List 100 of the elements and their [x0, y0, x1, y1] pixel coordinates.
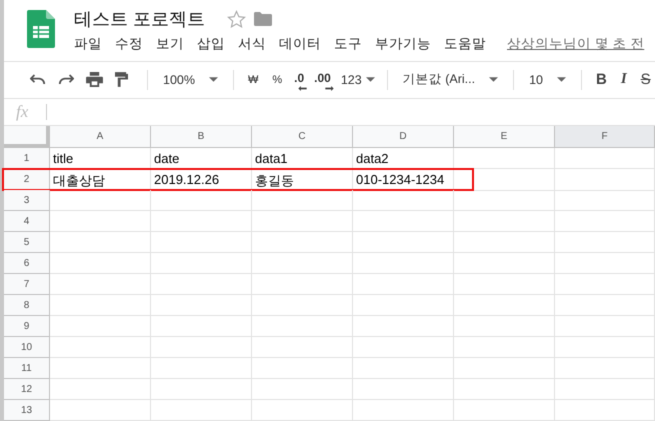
strikethrough-button[interactable]: S	[634, 68, 655, 92]
table-cell[interactable]	[454, 358, 555, 380]
table-cell[interactable]	[555, 316, 655, 338]
table-cell[interactable]	[454, 274, 555, 296]
table-cell[interactable]	[555, 190, 655, 212]
column-header[interactable]: D	[353, 126, 454, 148]
menu-item[interactable]: 도구	[334, 35, 362, 53]
table-cell[interactable]	[151, 379, 252, 400]
table-cell[interactable]	[353, 190, 454, 212]
table-cell[interactable]	[50, 211, 151, 232]
table-cell[interactable]	[252, 274, 353, 296]
row-header[interactable]: 3	[4, 190, 50, 212]
table-cell[interactable]	[50, 358, 151, 380]
redo-icon[interactable]	[58, 74, 74, 86]
table-cell[interactable]	[151, 253, 252, 274]
table-cell[interactable]	[50, 400, 151, 421]
table-cell[interactable]	[454, 295, 555, 316]
menu-item[interactable]: 도움말	[444, 35, 486, 53]
column-header[interactable]: A	[50, 126, 151, 148]
document-title[interactable]: 테스트 포로젝트	[74, 7, 206, 31]
table-cell[interactable]	[555, 274, 655, 296]
table-cell[interactable]	[252, 316, 353, 338]
row-header[interactable]: 9	[4, 316, 50, 338]
table-cell[interactable]	[252, 400, 353, 421]
table-cell[interactable]: title	[50, 148, 151, 170]
column-header[interactable]: B	[151, 126, 252, 148]
table-cell[interactable]	[252, 379, 353, 400]
undo-icon[interactable]	[30, 74, 46, 86]
table-cell[interactable]	[353, 379, 454, 400]
column-header[interactable]: C	[252, 126, 353, 148]
menu-item[interactable]: 파일	[74, 35, 102, 53]
menu-item[interactable]: 부가기능	[375, 35, 431, 53]
menu-item[interactable]: 삽입	[197, 35, 225, 53]
table-cell[interactable]	[50, 295, 151, 316]
table-cell[interactable]	[50, 232, 151, 254]
table-cell[interactable]	[50, 316, 151, 338]
table-cell[interactable]	[353, 211, 454, 232]
sheets-logo-icon[interactable]	[27, 10, 55, 48]
table-cell[interactable]	[151, 358, 252, 380]
table-cell[interactable]	[555, 358, 655, 380]
table-cell[interactable]	[555, 232, 655, 254]
table-cell[interactable]	[353, 295, 454, 316]
menu-item[interactable]: 보기	[156, 35, 184, 53]
table-cell[interactable]	[555, 400, 655, 421]
table-cell[interactable]	[555, 295, 655, 316]
table-cell[interactable]	[151, 337, 252, 358]
table-cell[interactable]	[353, 337, 454, 358]
row-header[interactable]: 6	[4, 253, 50, 274]
table-cell[interactable]	[151, 211, 252, 232]
increase-decimal-button[interactable]: .00	[309, 68, 336, 92]
table-cell[interactable]	[50, 190, 151, 212]
column-header[interactable]: E	[454, 126, 555, 148]
table-cell[interactable]: 010-1234-1234	[353, 169, 454, 192]
table-cell[interactable]	[353, 274, 454, 296]
table-cell[interactable]	[454, 400, 555, 421]
table-cell[interactable]	[555, 148, 655, 170]
table-cell[interactable]	[252, 253, 353, 274]
table-cell[interactable]	[353, 253, 454, 274]
table-cell[interactable]	[151, 232, 252, 254]
toolbar-dropdown[interactable]: 기본값 (Ari...	[394, 68, 506, 92]
table-cell[interactable]	[252, 337, 353, 358]
table-cell[interactable]	[353, 316, 454, 338]
table-cell[interactable]	[555, 211, 655, 232]
row-header[interactable]: 12	[4, 379, 50, 400]
table-cell[interactable]	[252, 190, 353, 212]
decrease-decimal-button[interactable]: .0	[289, 68, 310, 92]
menu-item[interactable]: 수정	[115, 35, 143, 53]
table-cell[interactable]	[454, 232, 555, 254]
table-cell[interactable]	[555, 337, 655, 358]
table-cell[interactable]	[353, 232, 454, 254]
table-cell[interactable]	[555, 253, 655, 274]
number-format-button[interactable]: 123	[336, 68, 380, 92]
toolbar-dropdown[interactable]: 100%	[155, 68, 226, 92]
row-header[interactable]: 8	[4, 295, 50, 316]
row-header[interactable]: 1	[4, 148, 50, 170]
format-button[interactable]: %	[265, 68, 290, 92]
table-cell[interactable]	[454, 379, 555, 400]
table-cell[interactable]	[151, 400, 252, 421]
table-cell[interactable]: date	[151, 148, 252, 170]
folder-icon[interactable]	[254, 12, 272, 26]
menu-item[interactable]: 데이터	[279, 35, 321, 53]
row-header[interactable]: 4	[4, 211, 50, 232]
italic-button[interactable]: I	[614, 68, 634, 92]
table-cell[interactable]	[50, 337, 151, 358]
table-cell[interactable]	[353, 400, 454, 421]
table-cell[interactable]	[454, 316, 555, 338]
menu-item[interactable]: 서식	[238, 35, 266, 53]
column-header[interactable]: F	[555, 126, 655, 148]
table-cell[interactable]	[50, 274, 151, 296]
table-cell[interactable]	[454, 190, 555, 212]
table-cell[interactable]	[151, 274, 252, 296]
table-cell[interactable]	[151, 316, 252, 338]
table-cell[interactable]	[252, 358, 353, 380]
print-icon[interactable]	[86, 72, 103, 88]
table-cell[interactable]: 대출상담	[50, 169, 151, 192]
table-cell[interactable]	[555, 169, 655, 192]
table-cell[interactable]: data1	[252, 148, 353, 170]
format-button[interactable]: ₩	[240, 68, 266, 92]
last-edit-link[interactable]: 상상의누님이 몇 초 전	[507, 35, 644, 53]
table-cell[interactable]: 홍길동	[252, 169, 353, 192]
